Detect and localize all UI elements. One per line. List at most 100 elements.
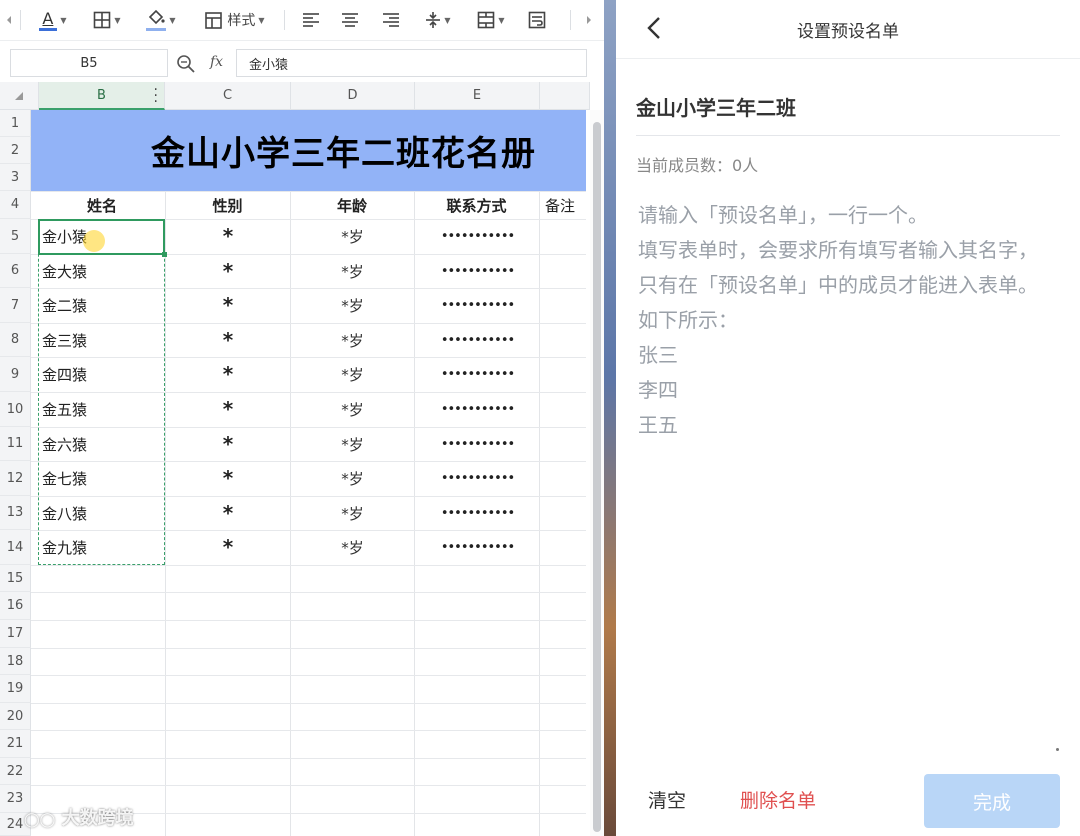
column-menu-icon[interactable]: · · · [154, 83, 158, 109]
zoom-icon[interactable] [176, 54, 196, 78]
done-button[interactable]: 完成 [924, 774, 1060, 828]
row-header[interactable]: 7 [0, 288, 31, 323]
spreadsheet-pane: A ▼ ▼ ▼ 样式 ▼ ▼ ▼ B5 fx 金小猿 B · · · C D E… [0, 0, 604, 836]
cell-contact[interactable]: ••••••••••• [416, 357, 539, 391]
cell-age[interactable]: *岁 [291, 461, 414, 495]
name-list-textarea[interactable]: 请输入「预设名单」，一行一个。 填写表单时，会要求所有填写者输入其名字， 只有在… [638, 198, 1068, 443]
cell-contact[interactable]: ••••••••••• [416, 461, 539, 495]
chevron-down-icon: ▼ [60, 15, 67, 25]
row-header[interactable]: 13 [0, 496, 31, 530]
cell-grid[interactable]: B · · · C D E 金山小学三年二班花名册 1 2 3 4 5 6 7 … [0, 82, 590, 836]
row-header[interactable]: 20 [0, 703, 31, 730]
group-name: 金山小学三年二班 [636, 96, 796, 120]
cell-age[interactable]: *岁 [291, 323, 414, 357]
cell-contact[interactable]: ••••••••••• [416, 392, 539, 426]
scrollbar-thumb[interactable] [593, 122, 601, 832]
cell-contact[interactable]: ••••••••••• [416, 530, 539, 564]
vertical-scrollbar[interactable] [590, 110, 604, 836]
row-header[interactable]: 14 [0, 530, 31, 565]
row-header[interactable]: 15 [0, 565, 31, 592]
row-header[interactable]: 12 [0, 461, 31, 496]
header-cell-age[interactable]: 年龄 [290, 192, 414, 219]
align-left-button[interactable] [298, 6, 324, 34]
delete-list-button[interactable]: 删除名单 [740, 786, 816, 813]
row-header[interactable]: 17 [0, 620, 31, 648]
row-header[interactable]: 8 [0, 323, 31, 357]
row-header[interactable]: 18 [0, 648, 31, 675]
row-header[interactable]: 9 [0, 357, 31, 392]
row-header[interactable]: 10 [0, 392, 31, 427]
align-right-button[interactable] [378, 6, 404, 34]
cell-age[interactable]: *岁 [291, 219, 414, 253]
clear-button[interactable]: 清空 [648, 786, 686, 813]
panel-title: 设置预设名单 [797, 21, 899, 42]
row-header[interactable]: 19 [0, 675, 31, 703]
name-box[interactable]: B5 [10, 49, 168, 77]
fill-handle[interactable] [162, 252, 167, 257]
cell-gender[interactable]: * [166, 530, 290, 564]
select-all-corner[interactable] [0, 82, 39, 110]
merge-cells-button[interactable]: ▼ [470, 6, 512, 34]
style-button[interactable]: 样式 ▼ [196, 6, 274, 34]
back-button[interactable] [640, 14, 668, 42]
row-header[interactable]: 4 [0, 191, 31, 219]
cell-age[interactable]: *岁 [291, 530, 414, 564]
cell-gender[interactable]: * [166, 288, 290, 322]
cell-age[interactable]: *岁 [291, 392, 414, 426]
row-header[interactable]: 21 [0, 730, 31, 758]
cell-age[interactable]: *岁 [291, 496, 414, 530]
chevron-left-icon [647, 17, 660, 39]
header-cell-contact[interactable]: 联系方式 [414, 192, 539, 219]
row-header[interactable]: 11 [0, 427, 31, 461]
row-header[interactable]: 3 [0, 164, 31, 191]
row-header[interactable]: 22 [0, 758, 31, 785]
align-center-button[interactable] [337, 6, 363, 34]
cell-contact[interactable]: ••••••••••• [416, 288, 539, 322]
header-cell-remark[interactable]: 备注 [539, 192, 581, 219]
cell-age[interactable]: *岁 [291, 357, 414, 391]
cell-gender[interactable]: * [166, 496, 290, 530]
row-header[interactable]: 6 [0, 254, 31, 288]
formula-input[interactable]: 金小猿 [236, 49, 587, 77]
cell-gender[interactable]: * [166, 427, 290, 461]
font-color-button[interactable]: A ▼ [32, 6, 74, 34]
wrap-text-button[interactable] [524, 6, 550, 34]
cell-contact[interactable]: ••••••••••• [416, 323, 539, 357]
pane-divider[interactable] [604, 0, 616, 836]
watermark: ◯◯ 大数跨境 [24, 804, 134, 830]
cell-contact[interactable]: ••••••••••• [416, 496, 539, 530]
cell-age[interactable]: *岁 [291, 427, 414, 461]
column-header-d[interactable]: D [291, 82, 415, 110]
cell-gender[interactable]: * [166, 461, 290, 495]
cell-gender[interactable]: * [166, 254, 290, 288]
column-header-c[interactable]: C [165, 82, 291, 110]
border-button[interactable]: ▼ [86, 6, 128, 34]
mouse-cursor-highlight [83, 230, 105, 252]
cell-gender[interactable]: * [166, 323, 290, 357]
cell-age[interactable]: *岁 [291, 288, 414, 322]
row-header[interactable]: 1 [0, 110, 31, 137]
toolbar-scroll-right-icon[interactable] [582, 6, 596, 34]
row-header[interactable]: 16 [0, 592, 31, 620]
cell-gender[interactable]: * [166, 392, 290, 426]
sheet-title: 金山小学三年二班花名册 [151, 134, 536, 174]
fill-color-button[interactable]: ▼ [140, 6, 182, 34]
merge-cells-icon [478, 11, 495, 29]
row-header[interactable]: 5 [0, 219, 31, 254]
cell-contact[interactable]: ••••••••••• [416, 427, 539, 461]
grid-line [31, 620, 586, 621]
toolbar-scroll-left-icon[interactable] [2, 6, 16, 34]
row-header[interactable]: 2 [0, 137, 31, 164]
cell-gender[interactable]: * [166, 357, 290, 391]
vertical-align-button[interactable]: ▼ [418, 6, 458, 34]
column-header-f[interactable] [540, 82, 590, 110]
cell-contact[interactable]: ••••••••••• [416, 254, 539, 288]
header-cell-gender[interactable]: 性别 [165, 192, 290, 219]
border-grid-icon [94, 11, 111, 29]
header-cell-name[interactable]: 姓名 [39, 192, 165, 219]
column-header-e[interactable]: E [415, 82, 540, 110]
cell-gender[interactable]: * [166, 219, 290, 253]
cell-contact[interactable]: ••••••••••• [416, 219, 539, 253]
column-header-b[interactable]: B · · · [39, 82, 165, 110]
cell-age[interactable]: *岁 [291, 254, 414, 288]
